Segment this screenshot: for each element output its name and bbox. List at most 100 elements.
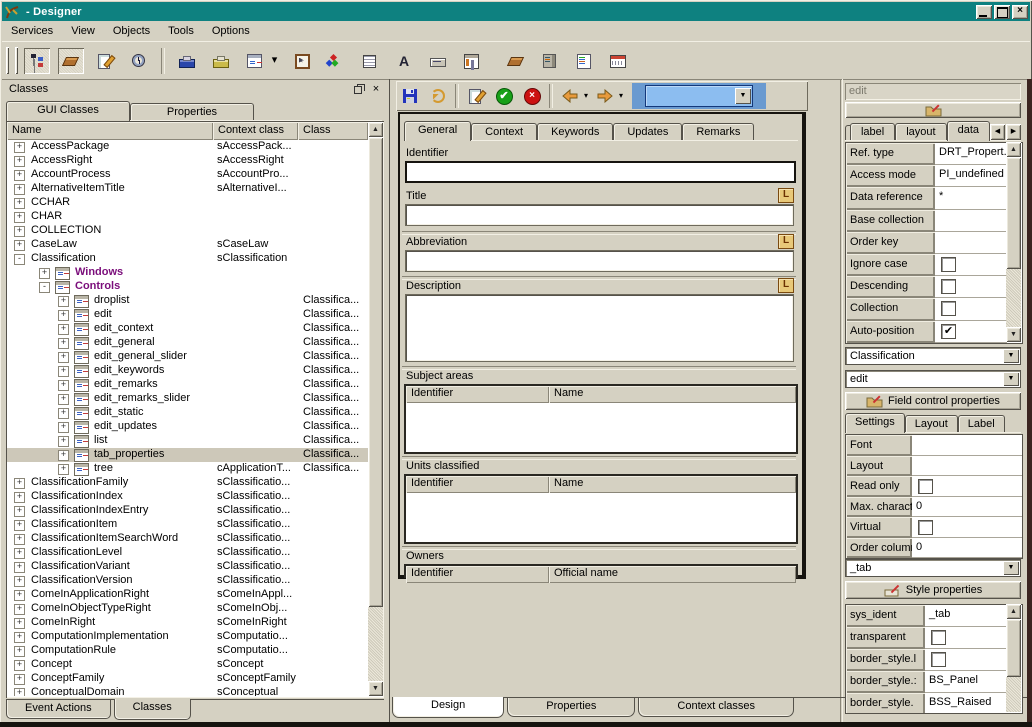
- history-clock-icon[interactable]: [126, 48, 152, 74]
- calendar-control-icon[interactable]: [605, 48, 631, 74]
- tree-row[interactable]: + Concept sConcept: [7, 658, 368, 672]
- tree-row[interactable]: + ConceptualDomain sConceptual: [7, 686, 368, 696]
- scroll-down-icon[interactable]: ▼: [368, 681, 383, 696]
- form-tab[interactable]: General: [404, 121, 471, 141]
- edit-document-icon[interactable]: [92, 48, 118, 74]
- expand-icon[interactable]: +: [14, 156, 25, 167]
- current-control-field[interactable]: edit: [845, 83, 1021, 100]
- property-row[interactable]: border_style.l: [846, 649, 1022, 671]
- refresh-button[interactable]: [426, 84, 450, 108]
- expand-icon[interactable]: +: [14, 492, 25, 503]
- property-value[interactable]: BS_Panel: [925, 671, 1007, 693]
- tree-row[interactable]: + ConceptFamily sConceptFamily: [7, 672, 368, 686]
- column-header[interactable]: Class: [298, 122, 368, 140]
- property-value[interactable]: [925, 649, 1007, 671]
- save-button[interactable]: [398, 84, 422, 108]
- drawer-yellow-icon[interactable]: [208, 48, 234, 74]
- settings-tab[interactable]: Settings: [845, 413, 905, 433]
- tree-row[interactable]: + ComputationImplementation sComputatio.…: [7, 630, 368, 644]
- column-header[interactable]: Identifier: [406, 386, 549, 403]
- tree-row[interactable]: + ClassificationVersion sClassificatio..…: [7, 574, 368, 588]
- subject-areas-table[interactable]: Identifier Name: [404, 384, 798, 454]
- menu-item[interactable]: View: [62, 22, 104, 40]
- property-value[interactable]: [935, 276, 1007, 298]
- edit-properties-button[interactable]: [845, 102, 1021, 118]
- form-tab[interactable]: Keywords: [537, 123, 613, 140]
- expand-icon[interactable]: +: [14, 212, 25, 223]
- scrollbar-thumb[interactable]: [1006, 157, 1021, 269]
- tree-row[interactable]: + ComputationRule sComputatio...: [7, 644, 368, 658]
- tree-row[interactable]: + edit_updates Classifica...: [7, 420, 368, 434]
- tree-row[interactable]: + ComeInRight sComeInRight: [7, 616, 368, 630]
- property-row[interactable]: Ref. type DRT_Propert...: [846, 143, 1022, 165]
- expand-icon[interactable]: +: [58, 380, 69, 391]
- panel-splitter[interactable]: [840, 79, 841, 722]
- expand-icon[interactable]: +: [58, 408, 69, 419]
- description-textarea[interactable]: [405, 294, 794, 362]
- combobox-dropdown-icon[interactable]: ▼: [1003, 561, 1019, 575]
- context-class-combobox[interactable]: Classification ▼: [845, 347, 1021, 365]
- tab-scroll-left-icon[interactable]: ◀: [990, 124, 1005, 140]
- tree-row[interactable]: + COLLECTION: [7, 224, 368, 238]
- property-row[interactable]: Order key: [846, 232, 1022, 254]
- property-value[interactable]: *: [935, 187, 1007, 209]
- property-row[interactable]: Layout: [846, 456, 1022, 477]
- window-selector-combobox[interactable]: ▼: [645, 85, 753, 107]
- tree-row[interactable]: + ComeInApplicationRight sComeInAppl...: [7, 588, 368, 602]
- language-icon[interactable]: L: [778, 234, 794, 249]
- scroll-up-icon[interactable]: ▲: [368, 122, 383, 137]
- list-control-icon[interactable]: [571, 48, 597, 74]
- editor-bottom-tab[interactable]: Context classes: [638, 698, 794, 717]
- field-control-properties-button[interactable]: Field control properties: [845, 392, 1021, 410]
- tree-row[interactable]: + ClassificationItemSearchWord sClassifi…: [7, 532, 368, 546]
- drawer-blue-icon[interactable]: [174, 48, 200, 74]
- column-header[interactable]: Context class: [213, 122, 298, 140]
- class-hierarchy-icon[interactable]: [24, 48, 50, 74]
- checkbox[interactable]: ✔: [941, 324, 956, 339]
- column-header[interactable]: Name: [549, 386, 796, 403]
- title-input[interactable]: [405, 204, 794, 226]
- combobox-dropdown-icon[interactable]: ▼: [1003, 372, 1019, 386]
- expand-icon[interactable]: +: [58, 296, 69, 307]
- tree-row[interactable]: + droplist Classifica...: [7, 294, 368, 308]
- expand-icon[interactable]: +: [14, 520, 25, 531]
- editor-bottom-tab[interactable]: Properties: [507, 698, 635, 717]
- scroll-up-icon[interactable]: ▲: [1006, 604, 1021, 619]
- property-value[interactable]: _tab: [925, 605, 1007, 627]
- tree-row[interactable]: + edit_context Classifica...: [7, 322, 368, 336]
- property-row[interactable]: Virtual: [846, 517, 1022, 538]
- property-tab[interactable]: layout: [895, 123, 946, 140]
- property-row[interactable]: sys_ident _tab: [846, 605, 1022, 627]
- property-value[interactable]: [935, 254, 1007, 276]
- expand-icon[interactable]: +: [14, 142, 25, 153]
- property-value[interactable]: [925, 627, 1007, 649]
- expand-icon[interactable]: +: [14, 198, 25, 209]
- property-value[interactable]: 0: [912, 497, 1022, 518]
- property-row[interactable]: Access mode PI_undefined: [846, 165, 1022, 187]
- button-control-icon[interactable]: [425, 48, 451, 74]
- expand-icon[interactable]: +: [14, 506, 25, 517]
- edit-properties-button[interactable]: [464, 84, 488, 108]
- property-value[interactable]: [912, 456, 1022, 477]
- expand-icon[interactable]: +: [14, 604, 25, 615]
- expand-icon[interactable]: +: [14, 632, 25, 643]
- tree-row[interactable]: + list Classifica...: [7, 434, 368, 448]
- tree-row[interactable]: + CHAR: [7, 210, 368, 224]
- expand-icon[interactable]: +: [14, 478, 25, 489]
- expand-icon[interactable]: +: [58, 310, 69, 321]
- property-row[interactable]: Ignore case: [846, 254, 1022, 276]
- units-classified-table[interactable]: Identifier Name: [404, 474, 798, 544]
- expand-icon[interactable]: +: [14, 226, 25, 237]
- checkbox[interactable]: [931, 630, 946, 645]
- back-dropdown-icon[interactable]: ▾: [581, 84, 591, 108]
- tree-row[interactable]: + AlternativeItemTitle sAlternativeI...: [7, 182, 368, 196]
- tree-row[interactable]: + ClassificationFamily sClassificatio...: [7, 476, 368, 490]
- table-control-icon[interactable]: [357, 48, 383, 74]
- forward-button[interactable]: [593, 84, 617, 108]
- expand-icon[interactable]: +: [14, 534, 25, 545]
- expand-icon[interactable]: +: [14, 548, 25, 559]
- language-icon[interactable]: L: [778, 278, 794, 293]
- toolbar-grip[interactable]: [6, 47, 9, 74]
- property-row[interactable]: border_style.: BS_Panel: [846, 671, 1022, 693]
- tree-row[interactable]: + ClassificationIndexEntry sClassificati…: [7, 504, 368, 518]
